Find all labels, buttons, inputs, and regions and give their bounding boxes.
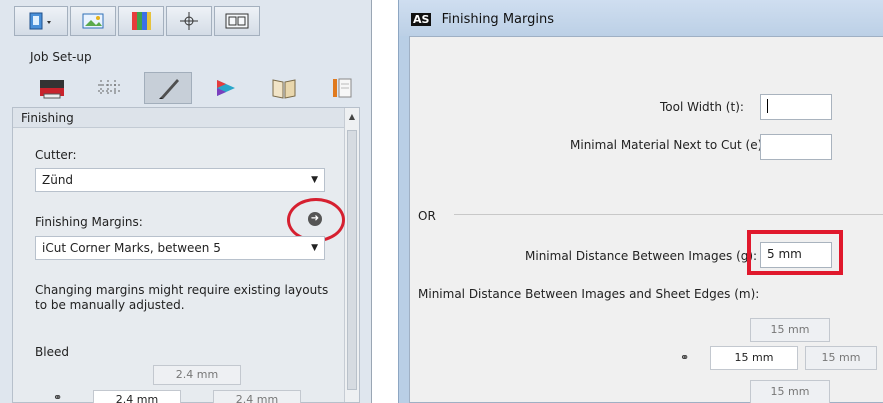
image-icon [82,13,104,29]
edge-bottom-field[interactable]: 15 mm [750,380,830,403]
cutter-select[interactable]: Zünd ▼ [35,168,325,192]
warning-line-1: Changing margins might require existing … [35,283,329,297]
tab-finishing[interactable] [144,72,192,104]
warning-line-2: to be manually adjusted. [35,298,185,312]
section-title: Finishing [13,108,359,128]
bleed-right-field[interactable]: 2.4 mm [213,390,301,403]
cutter-value: Zünd [42,173,74,187]
palette-button[interactable] [118,6,164,36]
scroll-up-icon[interactable]: ▲ [345,112,359,121]
tab-color[interactable] [202,72,250,104]
tab-printer[interactable] [28,72,76,104]
crosshair-button[interactable] [166,6,212,36]
tab-grid[interactable] [86,72,134,104]
color-wheel-icon [217,80,235,96]
edge-left-field[interactable]: 15 mm [710,346,798,370]
job-setup-tabs [28,72,366,104]
panel-scrollbar[interactable]: ▲ [344,108,359,402]
book-icon [272,79,296,99]
job-setup-title: Job Set-up [30,50,92,64]
app-icon: AS [411,13,432,26]
image-button[interactable] [70,6,116,36]
tool-width-input[interactable] [760,94,832,120]
pen-icon [159,79,179,99]
tab-pages[interactable] [318,72,366,104]
edge-right-field[interactable]: 15 mm [805,346,877,370]
layout-icon [225,13,249,29]
finishing-margins-dialog: AS Finishing Margins Tool Width (t): Min… [398,0,883,403]
tool-width-label: Tool Width (t): [660,100,744,114]
dialog-title: Finishing Margins [441,12,554,27]
dialog-body: Tool Width (t): Minimal Material Next to… [409,36,883,403]
job-setup-panel: Job Set-up Finishing ▲ Cutter: Zünd ▼ Fi… [0,0,372,403]
link-icon[interactable]: ⚭ [680,351,689,364]
palette-icon [132,12,151,30]
highlight-box [747,230,843,275]
pages-icon [333,78,352,98]
finishing-margins-value: iCut Corner Marks, between 5 [42,241,221,255]
tab-booklet[interactable] [260,72,308,104]
bleed-label: Bleed [35,345,69,359]
dialog-titlebar: AS Finishing Margins [399,0,883,36]
link-icon[interactable]: ⚭ [53,391,62,403]
crosshair-icon [180,12,198,30]
page-menu-button[interactable] [14,6,68,36]
or-divider [454,214,883,215]
printer-icon [40,80,64,99]
chevron-down-icon: ▼ [311,243,318,253]
finishing-margins-label: Finishing Margins: [35,215,143,229]
min-distance-label: Minimal Distance Between Images (g): [525,249,758,263]
or-label: OR [418,209,436,223]
grid-icon [98,80,120,96]
chevron-down-icon: ▼ [311,175,318,185]
sheet-edges-label: Minimal Distance Between Images and Shee… [418,287,760,301]
finishing-margins-select[interactable]: iCut Corner Marks, between 5 ▼ [35,236,325,260]
layout-button[interactable] [214,6,260,36]
bleed-top-field[interactable]: 2.4 mm [153,365,241,385]
min-material-label: Minimal Material Next to Cut (e): [570,138,767,152]
bleed-left-field[interactable]: 2.4 mm [93,390,181,403]
finishing-panel: Finishing ▲ Cutter: Zünd ▼ Finishing Mar… [12,107,360,403]
top-toolbar [14,6,260,36]
text-caret [767,99,768,113]
edge-top-field[interactable]: 15 mm [750,318,830,342]
page-icon [29,12,51,30]
cutter-label: Cutter: [35,148,77,162]
min-material-input[interactable] [760,134,832,160]
scroll-thumb[interactable] [347,130,357,390]
